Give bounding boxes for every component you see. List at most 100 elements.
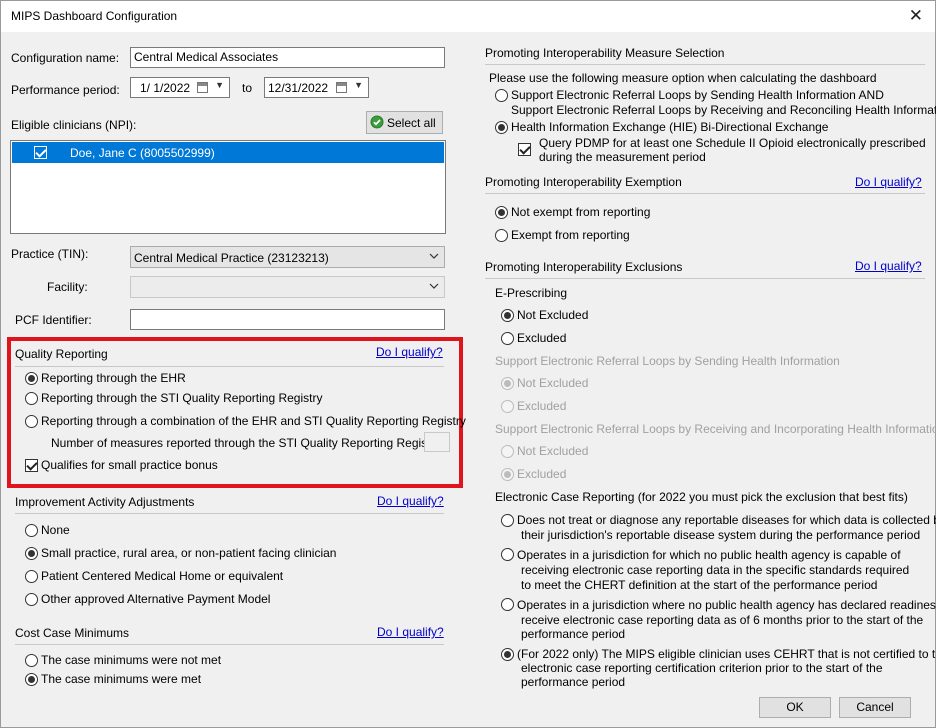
list-item[interactable]: Doe, Jane C (8005502999) bbox=[12, 142, 444, 163]
cost-not-met-radio[interactable] bbox=[25, 654, 38, 667]
improvement-apm-label: Other approved Alternative Payment Model bbox=[41, 592, 271, 606]
pi-exemption-title: Promoting Interoperability Exemption bbox=[485, 175, 682, 189]
eprescribing-not-excluded-label: Not Excluded bbox=[517, 308, 589, 322]
select-all-button[interactable]: Select all bbox=[366, 111, 443, 134]
ecr-option-2-label-3: to meet the CHERT definition at the star… bbox=[521, 578, 878, 592]
period-start-date[interactable]: 1/ 1/2022 ▼ bbox=[130, 77, 230, 98]
quality-registry-label: Reporting through the STI Quality Report… bbox=[41, 391, 323, 405]
config-name-label: Configuration name: bbox=[11, 51, 120, 65]
pcf-identifier-label: PCF Identifier: bbox=[15, 313, 92, 327]
divider bbox=[485, 64, 925, 65]
quality-combination-label: Reporting through a combination of the E… bbox=[41, 414, 466, 428]
quality-reporting-title: Quality Reporting bbox=[15, 347, 108, 361]
ecr-option-3-label-1: Operates in a jurisdiction where no publ… bbox=[517, 598, 936, 612]
calendar-icon[interactable] bbox=[197, 82, 208, 93]
improvement-qualify-link[interactable]: Do I qualify? bbox=[377, 494, 444, 508]
config-name-input[interactable]: Central Medical Associates bbox=[130, 47, 445, 68]
quality-registry-radio[interactable] bbox=[25, 392, 38, 405]
window-title: MIPS Dashboard Configuration bbox=[11, 9, 178, 23]
pdmp-label-1: Query PDMP for at least one Schedule II … bbox=[539, 136, 926, 150]
pi-hie-label: Health Information Exchange (HIE) Bi-Dir… bbox=[511, 120, 829, 134]
chevron-down-icon bbox=[428, 250, 440, 262]
divider bbox=[485, 278, 925, 279]
pi-exemption-qualify-link[interactable]: Do I qualify? bbox=[855, 175, 922, 189]
period-end-value: 12/31/2022 bbox=[268, 81, 329, 95]
quality-ehr-label: Reporting through the EHR bbox=[41, 371, 186, 385]
clinician-checkbox[interactable] bbox=[34, 146, 47, 159]
chevron-down-icon[interactable]: ▼ bbox=[354, 80, 363, 90]
small-practice-label: Qualifies for small practice bonus bbox=[41, 458, 218, 472]
sending-not-excluded-radio[interactable] bbox=[501, 377, 514, 390]
improvement-apm-radio[interactable] bbox=[25, 593, 38, 606]
period-to-label: to bbox=[242, 81, 253, 95]
divider bbox=[485, 193, 925, 194]
period-start-value: 1/ 1/2022 bbox=[140, 81, 191, 95]
cost-met-radio[interactable] bbox=[25, 673, 38, 686]
quality-combination-radio[interactable] bbox=[25, 415, 38, 428]
ecr-title: Electronic Case Reporting (for 2022 you … bbox=[495, 490, 908, 504]
ecr-option-4-radio[interactable] bbox=[501, 648, 514, 661]
ecr-option-1-radio[interactable] bbox=[501, 514, 514, 527]
ecr-option-4-label-1: (For 2022 only) The MIPS eligible clinic… bbox=[517, 647, 936, 661]
not-exempt-radio[interactable] bbox=[495, 206, 508, 219]
practice-select[interactable]: Central Medical Practice (23123213) bbox=[130, 246, 445, 268]
pi-measure-instruction: Please use the following measure option … bbox=[489, 71, 877, 85]
ecr-option-1-label-1: Does not treat or diagnose any reportabl… bbox=[517, 513, 936, 527]
receiving-excluded-radio[interactable] bbox=[501, 468, 514, 481]
clinician-list[interactable]: Doe, Jane C (8005502999) bbox=[10, 140, 446, 234]
pi-referral-loops-label-1: Support Electronic Referral Loops by Sen… bbox=[511, 88, 884, 102]
facility-select[interactable] bbox=[130, 276, 445, 298]
cancel-button[interactable]: Cancel bbox=[839, 697, 911, 718]
pdmp-checkbox[interactable] bbox=[518, 143, 531, 156]
period-end-date[interactable]: 12/31/2022 ▼ bbox=[264, 77, 369, 98]
ecr-option-3-label-2: receive electronic case reporting data a… bbox=[521, 613, 924, 627]
eprescribing-not-excluded-radio[interactable] bbox=[501, 309, 514, 322]
improvement-small-practice-radio[interactable] bbox=[25, 547, 38, 560]
exempt-radio[interactable] bbox=[495, 229, 508, 242]
ecr-option-3-label-3: performance period bbox=[521, 627, 626, 641]
calendar-icon[interactable] bbox=[336, 82, 347, 93]
pi-measure-title: Promoting Interoperability Measure Selec… bbox=[485, 46, 725, 60]
sending-title: Support Electronic Referral Loops by Sen… bbox=[495, 354, 840, 368]
eprescribing-excluded-radio[interactable] bbox=[501, 332, 514, 345]
pi-hie-radio[interactable] bbox=[495, 121, 508, 134]
pdmp-label-2: during the measurement period bbox=[539, 150, 706, 164]
improvement-none-radio[interactable] bbox=[25, 524, 38, 537]
improvement-title: Improvement Activity Adjustments bbox=[15, 495, 195, 509]
divider bbox=[15, 366, 444, 367]
pcf-identifier-input[interactable] bbox=[130, 309, 445, 330]
improvement-pcmh-radio[interactable] bbox=[25, 570, 38, 583]
divider bbox=[15, 644, 444, 645]
improvement-small-practice-label: Small practice, rural area, or non-patie… bbox=[41, 546, 337, 560]
sending-excluded-radio[interactable] bbox=[501, 400, 514, 413]
eligible-clinicians-label: Eligible clinicians (NPI): bbox=[11, 118, 137, 132]
practice-label: Practice (TIN): bbox=[11, 247, 89, 261]
receiving-excluded-label: Excluded bbox=[517, 467, 567, 481]
chevron-down-icon[interactable]: ▼ bbox=[215, 80, 224, 90]
ecr-option-4-label-2: electronic case reporting certification … bbox=[521, 661, 883, 675]
measures-count-label: Number of measures reported through the … bbox=[51, 436, 444, 450]
small-practice-checkbox[interactable] bbox=[25, 459, 38, 472]
not-exempt-label: Not exempt from reporting bbox=[511, 205, 651, 219]
cost-qualify-link[interactable]: Do I qualify? bbox=[377, 625, 444, 639]
cost-title: Cost Case Minimums bbox=[15, 626, 130, 640]
measures-count-input[interactable] bbox=[424, 432, 450, 452]
ok-button[interactable]: OK bbox=[759, 697, 831, 718]
receiving-not-excluded-radio[interactable] bbox=[501, 445, 514, 458]
receiving-title: Support Electronic Referral Loops by Rec… bbox=[495, 422, 936, 436]
improvement-pcmh-label: Patient Centered Medical Home or equival… bbox=[41, 569, 284, 583]
ecr-option-2-radio[interactable] bbox=[501, 548, 514, 561]
eprescribing-excluded-label: Excluded bbox=[517, 331, 567, 345]
sending-excluded-label: Excluded bbox=[517, 399, 567, 413]
pi-exclusions-qualify-link[interactable]: Do I qualify? bbox=[855, 259, 922, 273]
practice-value: Central Medical Practice (23123213) bbox=[134, 251, 329, 265]
close-icon[interactable]: ✕ bbox=[909, 6, 923, 26]
exempt-label: Exempt from reporting bbox=[511, 228, 630, 242]
pi-referral-loops-radio[interactable] bbox=[495, 89, 508, 102]
quality-ehr-radio[interactable] bbox=[25, 372, 38, 385]
ecr-option-1-label-2: their jurisdiction's reportable disease … bbox=[521, 528, 921, 542]
ecr-option-3-radio[interactable] bbox=[501, 598, 514, 611]
performance-period-label: Performance period: bbox=[11, 83, 120, 97]
quality-qualify-link[interactable]: Do I qualify? bbox=[376, 345, 443, 359]
select-all-label: Select all bbox=[387, 116, 436, 130]
